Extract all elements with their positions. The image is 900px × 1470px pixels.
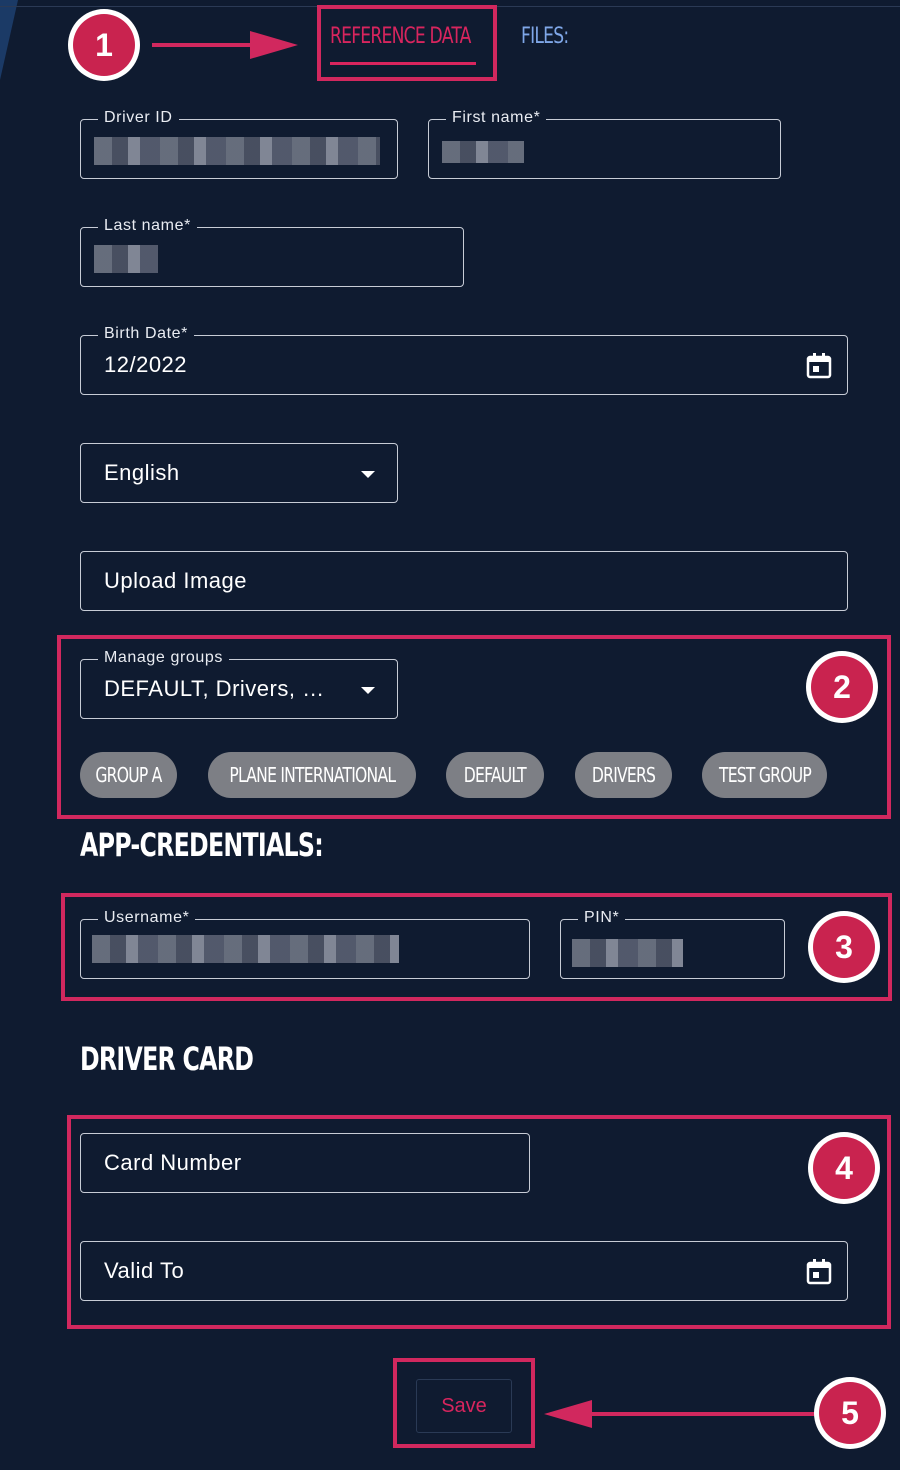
annotation-box-2 bbox=[57, 635, 891, 819]
annotation-box-4 bbox=[67, 1115, 891, 1329]
calendar-icon[interactable] bbox=[805, 352, 833, 380]
annotation-badge-4: 4 bbox=[808, 1132, 880, 1204]
birth-date-value: 12/2022 bbox=[104, 352, 188, 377]
annotation-badge-2: 2 bbox=[806, 651, 878, 723]
dropdown-arrow-icon bbox=[361, 471, 375, 478]
annotation-box-1 bbox=[317, 5, 497, 81]
annotation-badge-5: 5 bbox=[814, 1377, 886, 1449]
annotation-box-5 bbox=[393, 1358, 535, 1448]
annotation-badge-3: 3 bbox=[808, 911, 880, 983]
driver-id-label: Driver ID bbox=[98, 109, 179, 127]
first-name-field[interactable]: First name* bbox=[428, 109, 781, 179]
redacted-value bbox=[94, 137, 380, 165]
app-credentials-heading: APP-CREDENTIALS: bbox=[80, 826, 324, 864]
driver-id-field[interactable]: Driver ID bbox=[80, 109, 398, 179]
redacted-value bbox=[442, 141, 524, 163]
arrow-right-icon bbox=[152, 31, 298, 59]
tab-files[interactable]: FILES: bbox=[521, 24, 569, 49]
last-name-label: Last name* bbox=[98, 217, 197, 235]
birth-date-field[interactable]: Birth Date* 12/2022 bbox=[80, 325, 848, 395]
chevron-up-icon: ˅˅ bbox=[826, 0, 842, 10]
annotation-box-3 bbox=[61, 893, 892, 1001]
last-name-field[interactable]: Last name* bbox=[80, 217, 464, 287]
corner-decoration bbox=[0, 0, 18, 80]
language-value: English bbox=[104, 460, 180, 485]
upload-image-field[interactable]: Upload Image bbox=[80, 551, 848, 611]
driver-card-heading: DRIVER CARD bbox=[80, 1040, 254, 1078]
annotation-badge-1: 1 bbox=[68, 9, 140, 81]
arrow-left-icon bbox=[544, 1400, 818, 1428]
language-select[interactable]: English bbox=[80, 443, 398, 503]
first-name-label: First name* bbox=[446, 109, 547, 127]
redacted-value bbox=[94, 245, 158, 273]
upload-image-placeholder: Upload Image bbox=[104, 568, 247, 593]
